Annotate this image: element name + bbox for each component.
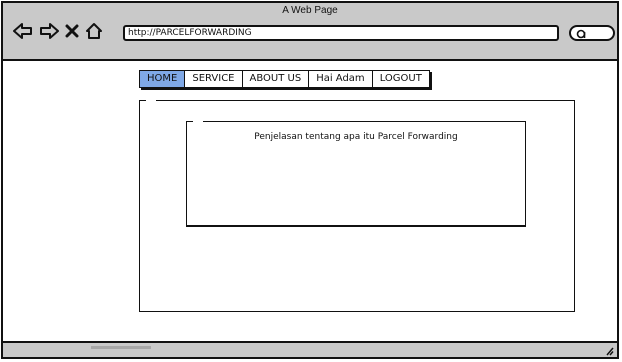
- status-bar: [3, 341, 617, 357]
- resize-handle-icon[interactable]: [602, 346, 614, 356]
- content-panel: Penjelasan tentang apa itu Parcel Forwar…: [186, 119, 526, 227]
- window-title: A Web Page: [282, 5, 338, 16]
- nav-logout[interactable]: LOGOUT: [373, 71, 429, 87]
- home-icon[interactable]: [85, 22, 103, 40]
- nav-home[interactable]: HOME: [140, 71, 186, 87]
- content-description: Penjelasan tentang apa itu Parcel Forwar…: [254, 132, 458, 142]
- back-arrow-icon[interactable]: [13, 22, 33, 40]
- nav-user-greeting[interactable]: Hai Adam: [309, 71, 373, 87]
- search-icon: [576, 29, 586, 39]
- nav-service[interactable]: SERVICE: [185, 71, 243, 87]
- close-icon[interactable]: [65, 24, 79, 38]
- status-bar-tab: [91, 346, 151, 349]
- main-navigation: HOME SERVICE ABOUT US Hai Adam LOGOUT: [139, 70, 430, 88]
- browser-toolbar: A Web Page http://PARCELFORWARDING: [3, 3, 617, 61]
- nav-about-us[interactable]: ABOUT US: [243, 71, 310, 87]
- navigation-icons: [13, 19, 103, 43]
- address-bar[interactable]: http://PARCELFORWARDING: [123, 25, 559, 41]
- forward-arrow-icon[interactable]: [39, 22, 59, 40]
- search-box[interactable]: [569, 25, 615, 41]
